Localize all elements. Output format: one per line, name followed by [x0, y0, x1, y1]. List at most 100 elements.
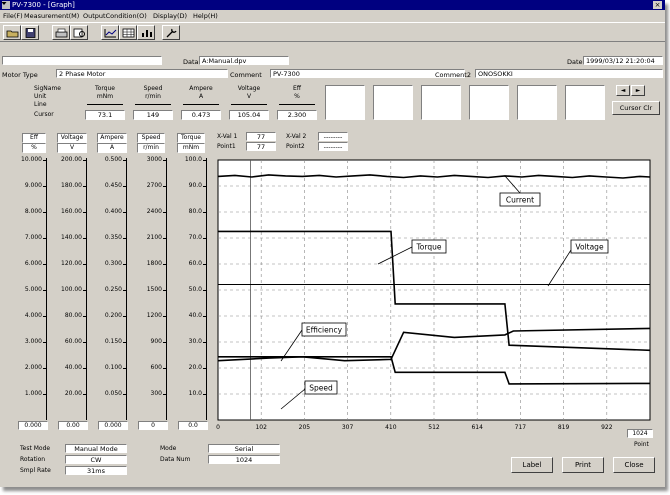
axis-tick	[43, 290, 47, 291]
axis-header-ampere-unit: A	[97, 143, 127, 153]
axis-tick-label: 20.00	[64, 390, 82, 397]
axis-tick-label: 200.00	[61, 156, 82, 163]
motor-type-label: Motor Type	[2, 71, 38, 79]
col-voltage-cursor: 105.04	[229, 110, 269, 120]
col-speed-name: Speed	[143, 85, 163, 92]
axis-tick	[43, 264, 47, 265]
xval2-label: X-Val 2	[286, 133, 307, 140]
axis-tick	[163, 342, 167, 343]
row-label-line: Line	[34, 101, 47, 108]
axis-header-voltage-unit: V	[57, 143, 87, 153]
annotation-box	[499, 192, 541, 207]
annotation-efficiency: Efficiency	[306, 326, 343, 335]
menu-measurement[interactable]: Measurement(M)	[24, 12, 79, 20]
annotation-leader	[377, 246, 413, 265]
print-preview-icon[interactable]	[70, 25, 88, 40]
annotation-leader	[504, 175, 521, 194]
col-torque-unit: mNm	[96, 93, 114, 100]
axis-tick-label: 180.00	[61, 182, 82, 189]
annotation-leader	[280, 388, 306, 410]
empty-signal-slot[interactable]	[517, 85, 557, 120]
smpl-rate-label: Smpl Rate	[20, 467, 51, 474]
save-icon[interactable]	[21, 25, 39, 40]
axis-bottom-speed: 0	[138, 421, 168, 430]
cursor-clear-button[interactable]: Cursor Clr	[612, 101, 660, 115]
menu-file[interactable]: File(F)	[3, 12, 23, 20]
axis-tick-label: 100.0	[184, 156, 202, 163]
chart-icon[interactable]	[137, 25, 155, 40]
empty-signal-slot[interactable]	[469, 85, 509, 120]
axis-tick-label: 0.250	[104, 286, 122, 293]
axis-tick-label: 7.000	[24, 234, 42, 241]
axis-tick-label: 2.000	[24, 364, 42, 371]
axis-tick-label: 0.100	[104, 364, 122, 371]
empty-signal-slot[interactable]	[373, 85, 413, 120]
axis-tick	[43, 212, 47, 213]
col-ampere-unit: A	[198, 93, 204, 100]
close-window-icon[interactable]: ×	[653, 1, 662, 9]
axis-tick-label: 40.00	[64, 364, 82, 371]
axis-tick	[43, 368, 47, 369]
axis-tick-label: 9.000	[24, 182, 42, 189]
tool-icon[interactable]	[162, 25, 180, 40]
open-file-icon[interactable]	[3, 25, 21, 40]
date-field: 1999/03/12 21:20:04	[583, 56, 663, 65]
x-unit-label: Point	[634, 441, 649, 448]
label-button[interactable]: Label	[511, 457, 553, 473]
axis-tick	[43, 394, 47, 395]
axis-tick-label: 1.000	[24, 390, 42, 397]
axis-tick	[43, 238, 47, 239]
axis-scale-torque: 100.0 90.0 80.0 70.0 60.0 50.0 40.0 30.0 20.0 10.…	[174, 156, 207, 420]
series-line-torque	[218, 230, 651, 352]
col-speed-cursor: 149	[133, 110, 173, 120]
axis-tick-label: 10.000	[21, 156, 42, 163]
col-ampere-line	[183, 104, 219, 105]
axis-tick-label: 3000	[146, 156, 162, 163]
axis-tick-label: 0.300	[104, 260, 122, 267]
empty-signal-slot[interactable]	[325, 85, 365, 120]
print-icon[interactable]	[52, 25, 70, 40]
date-label: Date	[567, 58, 583, 66]
axis-scale-ampere: 0.500 0.450 0.400 0.350 0.300 0.250 0.200 0.150…	[94, 157, 127, 420]
axis-tick-label: 900	[150, 338, 162, 345]
col-eff-cursor: 2.300	[277, 110, 317, 120]
empty-signal-slot[interactable]	[565, 85, 605, 120]
empty-signal-slot[interactable]	[421, 85, 461, 120]
comment2-field: ONOSOKKI	[475, 69, 663, 78]
data-num-label: Data Num	[160, 456, 191, 463]
graph-icon[interactable]	[101, 25, 119, 40]
annotation-speed: Speed	[309, 384, 333, 393]
axis-tick	[203, 368, 207, 369]
xval1-label: X-Val 1	[217, 133, 238, 140]
prev-signal-button[interactable]: ◄	[616, 85, 630, 96]
next-signal-button[interactable]: ►	[631, 85, 645, 96]
xval1-field: 77	[246, 132, 276, 141]
x-right-value-box: 1024	[627, 429, 653, 438]
axis-tick-label: 2100	[146, 234, 162, 241]
axis-tick-label: 140.00	[61, 234, 82, 241]
series-line-current	[217, 174, 651, 179]
menu-display[interactable]: Display(D)	[153, 12, 187, 20]
point1-field: 77	[246, 142, 276, 151]
axis-tick-label: 0.350	[104, 234, 122, 241]
close-button[interactable]: Close	[613, 457, 655, 473]
print-button[interactable]: Print	[562, 457, 604, 473]
axis-tick-label: 0.200	[104, 312, 122, 319]
title-bar: PV-7300 - [Graph] ×	[0, 0, 665, 10]
axis-tick	[83, 342, 87, 343]
mode-label: Mode	[160, 445, 177, 452]
menu-output-condition[interactable]: OutputCondition(O)	[83, 12, 147, 20]
axis-scale-speed: 3000 2700 2400 2100 1800 1500 1200 900 600 300	[134, 156, 167, 420]
axis-tick	[43, 342, 47, 343]
axis-tick	[163, 160, 167, 161]
axis-tick	[83, 368, 87, 369]
col-voltage-unit: V	[246, 93, 252, 100]
axis-tick	[203, 394, 207, 395]
data-file-field: A:Manual.dpv	[199, 56, 289, 65]
x-tick-label: 102	[255, 424, 267, 431]
axis-tick	[123, 342, 127, 343]
selector-dropdown[interactable]	[2, 56, 162, 65]
table-icon[interactable]	[119, 25, 137, 40]
x-tick-label: 922	[601, 424, 613, 431]
menu-help[interactable]: Help(H)	[193, 12, 218, 20]
